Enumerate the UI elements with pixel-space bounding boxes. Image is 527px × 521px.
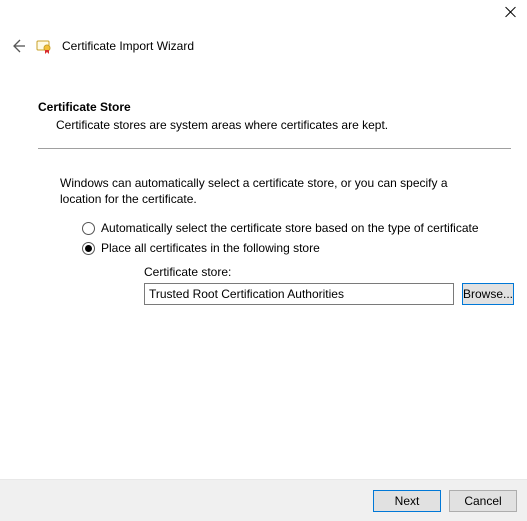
footer: Next Cancel xyxy=(0,479,527,521)
radio-icon xyxy=(82,222,95,235)
intro-text: Windows can automatically select a certi… xyxy=(60,175,489,207)
wizard-title: Certificate Import Wizard xyxy=(62,39,194,53)
radio-auto-label: Automatically select the certificate sto… xyxy=(101,221,479,235)
wizard-header: Certificate Import Wizard xyxy=(0,38,527,54)
radio-icon xyxy=(82,242,95,255)
divider xyxy=(38,148,511,149)
radio-place-all[interactable]: Place all certificates in the following … xyxy=(82,241,511,255)
back-arrow-icon[interactable] xyxy=(10,38,26,54)
section-description: Certificate stores are system areas wher… xyxy=(56,118,511,132)
section-heading: Certificate Store xyxy=(38,100,511,114)
browse-button[interactable]: Browse... xyxy=(462,283,514,305)
certificate-icon xyxy=(36,38,52,54)
radio-manual-label: Place all certificates in the following … xyxy=(101,241,320,255)
next-button[interactable]: Next xyxy=(373,490,441,512)
certificate-store-input[interactable] xyxy=(144,283,454,305)
radio-auto-select[interactable]: Automatically select the certificate sto… xyxy=(82,221,511,235)
cancel-button[interactable]: Cancel xyxy=(449,490,517,512)
store-label: Certificate store: xyxy=(144,265,511,279)
close-icon[interactable] xyxy=(505,6,517,18)
